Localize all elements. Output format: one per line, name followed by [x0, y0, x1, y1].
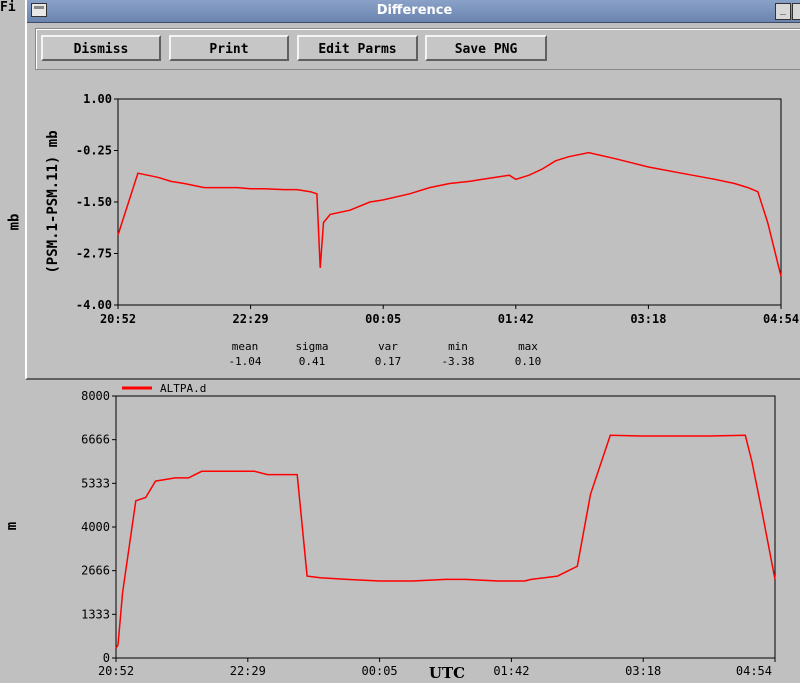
print-button[interactable]: Print: [169, 35, 289, 61]
diff-xtick-label: 20:52: [100, 312, 136, 326]
stat-sigma-label: sigma: [295, 340, 328, 353]
dialog-title: Difference: [376, 3, 453, 18]
maximize-icon[interactable]: [792, 3, 800, 20]
diff-xtick-label: 01:42: [498, 312, 534, 326]
alt-ytick-label: 1333: [81, 607, 110, 621]
stat-sigma-value: 0.41: [299, 355, 326, 368]
difference-chart: (PSM.1-PSM.11) mb 1.00 -0.25 -1.50 -2.75 -4.…: [45, 92, 799, 368]
alt-ytick-label: 0: [103, 651, 110, 665]
diff-ytick-label: -4.00: [76, 298, 112, 312]
alt-xtick-label: 01:42: [493, 664, 529, 678]
alt-ytick-label: 4000: [81, 520, 110, 534]
stat-max-label: max: [518, 340, 538, 353]
altitude-xlabel: UTC: [429, 664, 465, 682]
altitude-series-line: [115, 434, 776, 649]
alt-ytick-label: 2666: [81, 564, 110, 578]
alt-xtick-label: 20:52: [98, 664, 134, 678]
save-png-button[interactable]: Save PNG: [425, 35, 547, 61]
alt-ytick-label: 5333: [81, 476, 110, 490]
diff-ytick-label: -1.50: [76, 195, 112, 209]
difference-plot-frame: [117, 98, 782, 306]
dialog-toolbar: Dismiss Print Edit Parms Save PNG: [35, 28, 800, 70]
stat-var-value: 0.17: [375, 355, 402, 368]
diff-xtick-label: 04:54: [763, 312, 799, 326]
diff-xtick-label: 00:05: [365, 312, 401, 326]
alt-xtick-label: 00:05: [362, 664, 398, 678]
alt-ytick-label: 8000: [81, 389, 110, 403]
altitude-legend-label: ALTPA.d: [160, 382, 206, 395]
alt-xtick-label: 04:54: [736, 664, 772, 678]
stat-min-value: -3.38: [441, 355, 474, 368]
alt-ytick-label: 6666: [81, 433, 110, 447]
diff-xtick-label: 03:18: [630, 312, 666, 326]
stat-mean-value: -1.04: [228, 355, 261, 368]
minimize-icon[interactable]: _: [775, 3, 791, 20]
difference-series-line: [117, 151, 782, 277]
stat-min-label: min: [448, 340, 468, 353]
difference-dialog: Difference _ Dismiss Print Edit Parms Sa…: [25, 0, 800, 380]
alt-xtick-label: 03:18: [625, 664, 661, 678]
diff-ytick-label: 1.00: [83, 92, 112, 106]
alt-xtick-label: 22:29: [230, 664, 266, 678]
diff-xtick-label: 22:29: [233, 312, 269, 326]
difference-ylabel: (PSM.1-PSM.11) mb: [45, 130, 61, 273]
background-menu-label[interactable]: Fi: [0, 0, 16, 15]
diff-ytick-label: -0.25: [76, 144, 112, 158]
top-plot-ylabel: mb: [6, 213, 23, 231]
diff-ytick-label: -2.75: [76, 247, 112, 261]
altitude-chart: ALTPA.d 8000 6666 5333 4000 2666 1333 0 20:52 2…: [81, 382, 776, 682]
edit-parms-button[interactable]: Edit Parms: [297, 35, 418, 61]
stat-var-label: var: [378, 340, 398, 353]
stat-max-value: 0.10: [515, 355, 542, 368]
dialog-titlebar[interactable]: Difference _: [27, 0, 800, 23]
dismiss-button[interactable]: Dismiss: [41, 35, 161, 61]
stat-mean-label: mean: [232, 340, 259, 353]
